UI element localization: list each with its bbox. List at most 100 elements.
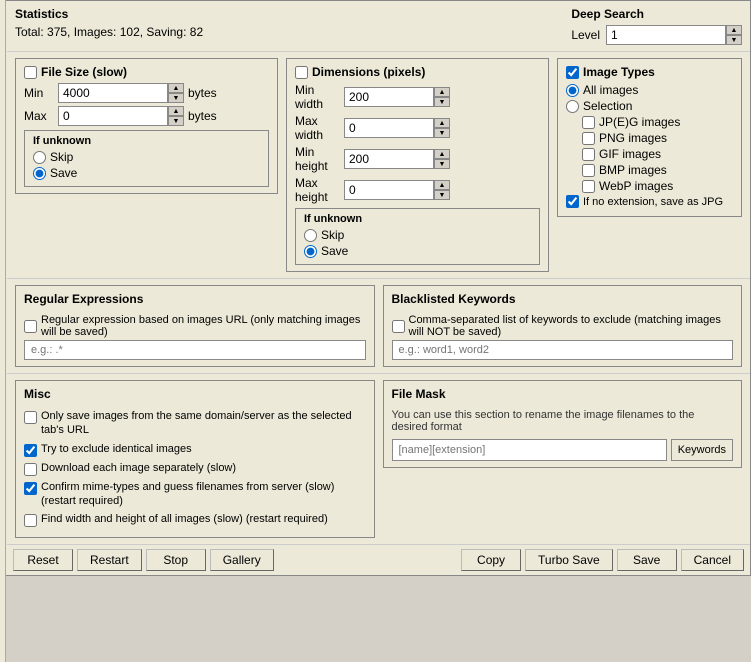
min-height-input[interactable] [344, 149, 434, 169]
max-width-spinner-btns: ▲ ▼ [434, 118, 450, 138]
blacklist-checkbox[interactable] [392, 320, 405, 333]
min-size-spinner[interactable]: ▲ ▼ [58, 83, 184, 103]
file-mask-input-row: Keywords [392, 439, 734, 461]
min-width-spinner[interactable]: ▲ ▼ [344, 87, 450, 107]
blacklist-title-wrap: Blacklisted Keywords [392, 292, 734, 310]
keywords-button[interactable]: Keywords [671, 439, 733, 461]
misc-option2-label: Try to exclude identical images [41, 442, 192, 456]
dim-save-label: Save [321, 244, 348, 258]
selection-radio[interactable] [566, 100, 579, 113]
max-size-up-btn[interactable]: ▲ [168, 106, 184, 116]
misc-option2-row: Try to exclude identical images [24, 442, 366, 457]
max-width-down-btn[interactable]: ▼ [434, 128, 450, 138]
misc-option1-label: Only save images from the same domain/se… [41, 409, 366, 438]
file-mask-input[interactable] [392, 439, 667, 461]
file-size-save-row: Save [33, 166, 260, 180]
jpeg-label: JP(E)G images [599, 115, 680, 129]
main-content-row1: File Size (slow) Min ▲ ▼ bytes Max [7, 52, 750, 279]
all-images-row: All images [566, 83, 733, 97]
gallery-button[interactable]: Gallery [210, 549, 274, 571]
max-width-up-btn[interactable]: ▲ [434, 118, 450, 128]
gif-label: GIF images [599, 147, 661, 161]
misc-title-wrap: Misc [24, 387, 366, 405]
no-extension-checkbox[interactable] [566, 195, 579, 208]
max-height-spinner[interactable]: ▲ ▼ [344, 180, 450, 200]
dim-save-radio[interactable] [304, 245, 317, 258]
copy-button[interactable]: Copy [461, 549, 521, 571]
save-button[interactable]: Save [617, 549, 677, 571]
file-size-skip-row: Skip [33, 150, 260, 164]
regular-expressions-block: Regular Expressions Regular expression b… [15, 285, 375, 367]
image-types-checkbox[interactable] [566, 66, 579, 79]
statistics-text: Total: 375, Images: 102, Saving: 82 [15, 25, 203, 39]
bottom-bar: Reset Restart Stop Gallery Copy Turbo Sa… [7, 544, 750, 575]
max-height-down-btn[interactable]: ▼ [434, 190, 450, 200]
min-height-up-btn[interactable]: ▲ [434, 149, 450, 159]
level-down-btn[interactable]: ▼ [726, 35, 742, 45]
misc-option1-checkbox[interactable] [24, 411, 37, 424]
max-size-spinner[interactable]: ▲ ▼ [58, 106, 184, 126]
min-height-spinner[interactable]: ▲ ▼ [344, 149, 450, 169]
misc-option5-checkbox[interactable] [24, 514, 37, 527]
file-size-skip-radio[interactable] [33, 151, 46, 164]
min-height-down-btn[interactable]: ▼ [434, 159, 450, 169]
row3: Misc Only save images from the same doma… [7, 374, 750, 544]
turbo-save-button[interactable]: Turbo Save [525, 549, 613, 571]
stop-button[interactable]: Stop [146, 549, 206, 571]
max-width-spinner[interactable]: ▲ ▼ [344, 118, 450, 138]
min-width-input[interactable] [344, 87, 434, 107]
max-label: Max [24, 109, 54, 123]
regex-check-row: Regular expression based on images URL (… [24, 314, 366, 338]
min-width-up-btn[interactable]: ▲ [434, 87, 450, 97]
bmp-row: BMP images [582, 163, 733, 177]
left-scroll-strip [0, 0, 6, 662]
min-unit: bytes [188, 86, 217, 100]
image-types-title-row: Image Types [566, 65, 733, 79]
max-height-up-btn[interactable]: ▲ [434, 180, 450, 190]
dimensions-section: Dimensions (pixels) Min width ▲ ▼ Max wi… [286, 58, 549, 272]
cancel-button[interactable]: Cancel [681, 549, 744, 571]
jpeg-checkbox[interactable] [582, 116, 595, 129]
max-width-input[interactable] [344, 118, 434, 138]
misc-option3-checkbox[interactable] [24, 463, 37, 476]
bmp-checkbox[interactable] [582, 164, 595, 177]
gif-checkbox[interactable] [582, 148, 595, 161]
level-up-btn[interactable]: ▲ [726, 25, 742, 35]
level-spinner[interactable]: 1 ▲ ▼ [606, 25, 742, 45]
all-images-radio[interactable] [566, 84, 579, 97]
min-size-up-btn[interactable]: ▲ [168, 83, 184, 93]
blacklisted-keywords-section: Blacklisted Keywords Comma-separated lis… [383, 285, 743, 367]
dimensions-checkbox[interactable] [295, 66, 308, 79]
min-size-input[interactable] [58, 83, 168, 103]
min-width-label: Min width [295, 83, 340, 111]
dimensions-title-wrap: Dimensions (pixels) [295, 65, 540, 79]
level-input[interactable]: 1 [606, 25, 726, 45]
max-size-input[interactable] [58, 106, 168, 126]
file-mask-title-wrap: File Mask [392, 387, 734, 405]
max-height-input[interactable] [344, 180, 434, 200]
regex-input[interactable] [24, 340, 366, 360]
min-size-spinner-btns: ▲ ▼ [168, 83, 184, 103]
blacklist-input[interactable] [392, 340, 734, 360]
dim-skip-radio[interactable] [304, 229, 317, 242]
misc-option2-checkbox[interactable] [24, 444, 37, 457]
min-size-down-btn[interactable]: ▼ [168, 93, 184, 103]
file-size-min-row: Min ▲ ▼ bytes [24, 83, 269, 103]
restart-button[interactable]: Restart [77, 549, 142, 571]
image-types-col: Image Types All images Selection JP(E)G … [557, 58, 742, 272]
max-size-down-btn[interactable]: ▼ [168, 116, 184, 126]
reset-button[interactable]: Reset [13, 549, 73, 571]
file-size-save-label: Save [50, 166, 77, 180]
main-window: Statistics Total: 375, Images: 102, Savi… [0, 0, 751, 576]
misc-option4-row: Confirm mime-types and guess filenames f… [24, 480, 366, 509]
misc-option4-checkbox[interactable] [24, 482, 37, 495]
regex-desc: Regular expression based on images URL (… [41, 314, 366, 338]
png-checkbox[interactable] [582, 132, 595, 145]
regex-checkbox[interactable] [24, 320, 37, 333]
deep-search-row: Level 1 ▲ ▼ [571, 25, 742, 45]
min-width-down-btn[interactable]: ▼ [434, 97, 450, 107]
file-size-save-radio[interactable] [33, 167, 46, 180]
file-size-checkbox[interactable] [24, 66, 37, 79]
gif-row: GIF images [582, 147, 733, 161]
webp-checkbox[interactable] [582, 180, 595, 193]
